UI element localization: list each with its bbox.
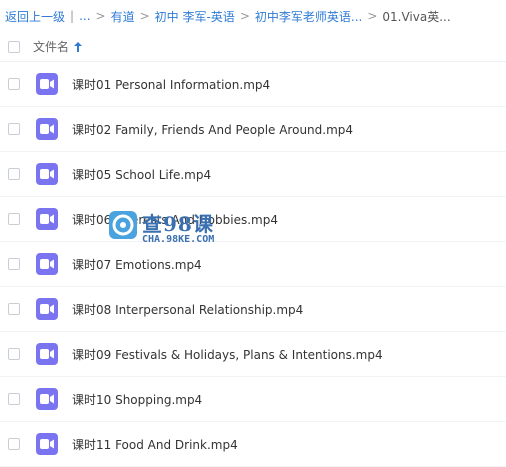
row-checkbox[interactable] [8, 78, 20, 90]
file-name[interactable]: 课时08 Interpersonal Relationship.mp4 [72, 301, 303, 318]
breadcrumb-item-teacher-english[interactable]: 初中李军老师英语... [255, 8, 362, 25]
breadcrumb-item-youdao[interactable]: 有道 [111, 8, 135, 25]
file-row[interactable]: 课时05 School Life.mp4 [0, 152, 506, 197]
breadcrumb-item-lijun-english[interactable]: 初中 李军-英语 [155, 8, 235, 25]
video-file-icon [36, 118, 58, 140]
row-checkbox[interactable] [8, 303, 20, 315]
breadcrumb-ellipsis[interactable]: ... [79, 9, 90, 23]
file-name[interactable]: 课时09 Festivals & Holidays, Plans & Inten… [72, 346, 383, 363]
select-all-checkbox[interactable] [8, 40, 20, 53]
breadcrumb-separator: > [367, 9, 378, 23]
breadcrumb-separator: > [239, 9, 250, 23]
breadcrumb-separator: > [95, 9, 106, 23]
back-link[interactable]: 返回上一级 [5, 8, 65, 25]
breadcrumb-separator: > [139, 9, 150, 23]
file-row[interactable]: 课时08 Interpersonal Relationship.mp4 [0, 287, 506, 332]
breadcrumb: 返回上一级 | ... > 有道 > 初中 李军-英语 > 初中李军老师英语..… [0, 0, 506, 32]
video-file-icon [36, 73, 58, 95]
row-checkbox[interactable] [8, 258, 20, 270]
column-header-filename[interactable]: 文件名 [33, 38, 83, 55]
video-file-icon [36, 163, 58, 185]
video-file-icon [36, 208, 58, 230]
row-checkbox[interactable] [8, 438, 20, 450]
file-row[interactable]: 课时02 Family, Friends And People Around.m… [0, 107, 506, 152]
file-row[interactable]: 课时01 Personal Information.mp4 [0, 62, 506, 107]
file-row[interactable]: 课时09 Festivals & Holidays, Plans & Inten… [0, 332, 506, 377]
video-file-icon [36, 253, 58, 275]
row-checkbox[interactable] [8, 168, 20, 180]
video-file-icon [36, 388, 58, 410]
breadcrumb-current: 01.Viva英... [382, 9, 451, 24]
file-row[interactable]: 课时07 Emotions.mp4 [0, 242, 506, 287]
video-file-icon [36, 298, 58, 320]
row-checkbox[interactable] [8, 213, 20, 225]
breadcrumb-divider: | [70, 9, 75, 23]
file-name[interactable]: 课时05 School Life.mp4 [72, 166, 211, 183]
file-name[interactable]: 课时06 Interests And Hobbies.mp4 [72, 211, 278, 228]
file-row[interactable]: 课时06 Interests And Hobbies.mp4 [0, 197, 506, 242]
file-row[interactable]: 课时11 Food And Drink.mp4 [0, 422, 506, 467]
row-checkbox[interactable] [8, 393, 20, 405]
video-file-icon [36, 433, 58, 455]
row-checkbox[interactable] [8, 123, 20, 135]
column-header-label: 文件名 [33, 40, 70, 54]
file-name[interactable]: 课时02 Family, Friends And People Around.m… [72, 121, 353, 138]
sort-ascending-icon[interactable] [74, 41, 83, 52]
video-file-icon [36, 343, 58, 365]
file-name[interactable]: 课时07 Emotions.mp4 [72, 256, 202, 273]
file-name[interactable]: 课时01 Personal Information.mp4 [72, 76, 270, 93]
row-checkbox[interactable] [8, 348, 20, 360]
file-name[interactable]: 课时10 Shopping.mp4 [72, 391, 202, 408]
file-name[interactable]: 课时11 Food And Drink.mp4 [72, 436, 238, 453]
file-list: 课时01 Personal Information.mp4 课时02 Family… [0, 62, 506, 467]
list-header: 文件名 [0, 32, 506, 62]
file-row[interactable]: 课时10 Shopping.mp4 [0, 377, 506, 422]
